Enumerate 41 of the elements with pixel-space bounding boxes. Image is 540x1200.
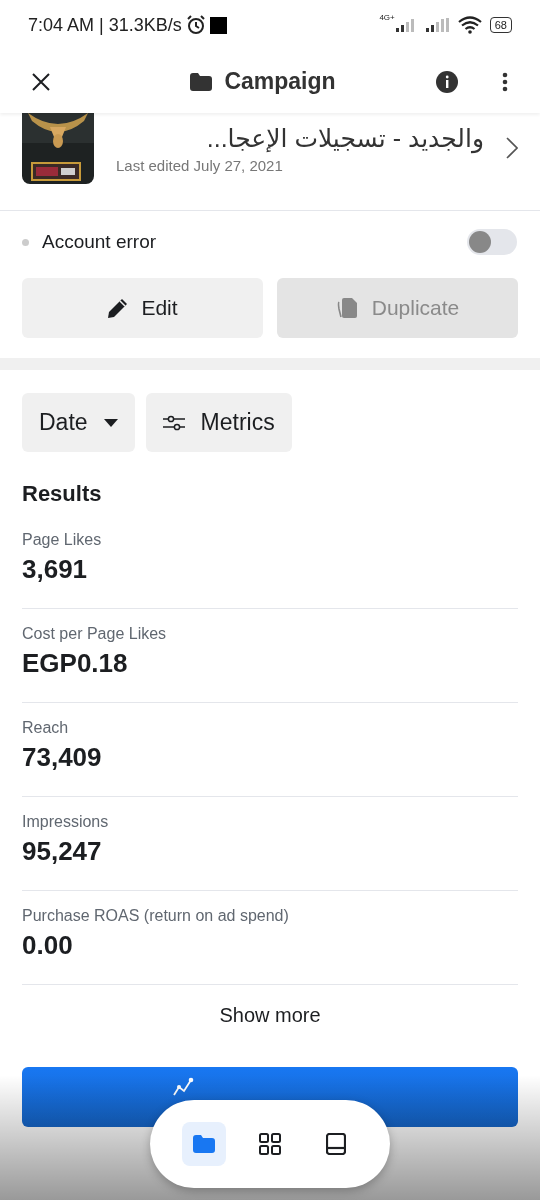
- folder-icon: [190, 72, 213, 91]
- more-icon[interactable]: [502, 71, 508, 92]
- alarm-icon: [185, 15, 206, 35]
- duplicate-icon: [335, 297, 360, 319]
- sliders-icon: [162, 414, 185, 431]
- metric-value: EGP0.18: [22, 648, 129, 679]
- folder-icon: [193, 1135, 215, 1153]
- metric-value: 95,247: [22, 836, 103, 867]
- network-type: 4G+: [379, 14, 395, 22]
- chevron-right-icon[interactable]: [506, 137, 518, 159]
- status-text: Account error: [42, 231, 158, 253]
- metric-label: Page Likes: [22, 531, 103, 549]
- metric-value: 73,409: [22, 742, 103, 773]
- toggle-switch[interactable]: [467, 229, 517, 255]
- tablet-icon: [326, 1133, 346, 1155]
- screen-title: Campaign: [224, 68, 336, 95]
- section-heading: Results: [22, 481, 103, 507]
- status-time: 7:04 AM | 31.3KB/s: [28, 14, 182, 36]
- info-icon[interactable]: [436, 70, 458, 93]
- date-dropdown[interactable]: Date: [22, 393, 135, 452]
- last-edited-text: Last edited July 27, 2021: [116, 157, 284, 174]
- pencil-icon: [107, 297, 130, 319]
- show-more-button[interactable]: Show more: [213, 1003, 327, 1028]
- metric-value: 3,691: [22, 554, 89, 585]
- metric-label: Reach: [22, 719, 70, 737]
- campaign-name: والجديد - تسجيلات الإعجا...: [205, 123, 484, 156]
- battery-indicator: 68: [489, 17, 512, 33]
- metric-value: 0.00: [22, 930, 74, 961]
- chart-icon: [172, 1077, 194, 1097]
- edit-button[interactable]: Edit: [22, 278, 263, 338]
- close-icon[interactable]: [32, 72, 50, 91]
- caret-down-icon: [103, 418, 118, 427]
- grid-icon: [259, 1133, 281, 1155]
- metric-label: Cost per Page Likes: [22, 625, 168, 643]
- wifi-icon: [457, 16, 482, 34]
- metric-label: Purchase ROAS (return on ad spend): [22, 907, 290, 925]
- metrics-button[interactable]: Metrics: [145, 393, 292, 452]
- notification-icon: [209, 16, 227, 34]
- metric-label: Impressions: [22, 813, 110, 831]
- signal-icon: [425, 18, 450, 32]
- status-dot: [22, 238, 29, 246]
